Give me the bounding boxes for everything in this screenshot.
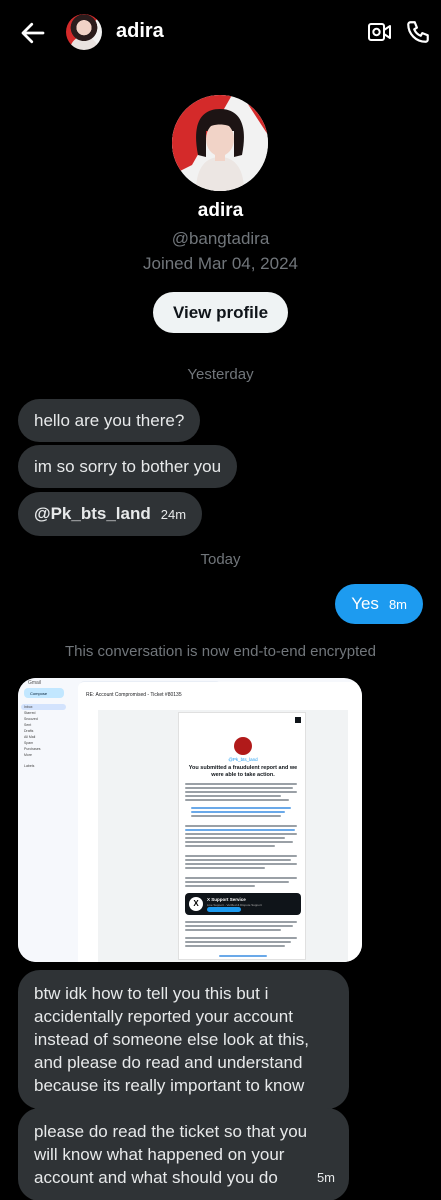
gmail-sidebar: Gmail Compose Inbox Starred Snoozed Sent…	[18, 678, 76, 962]
message-text: btw idk how to tell you this but i accid…	[34, 984, 309, 1095]
text-line	[219, 955, 267, 957]
arrow-left-icon[interactable]	[18, 18, 48, 48]
text-line	[185, 863, 297, 865]
gmail-nav-item: Snoozed	[24, 717, 38, 721]
text-line	[191, 815, 281, 817]
support-title: X Support Service	[207, 897, 246, 902]
text-line	[185, 783, 297, 785]
text-line	[185, 855, 297, 857]
image-attachment[interactable]: Gmail Compose Inbox Starred Snoozed Sent…	[18, 678, 362, 962]
profile-joined-date: Joined Mar 04, 2024	[143, 254, 298, 273]
email-headline: You submitted a fraudulent report and we…	[188, 765, 298, 778]
gmail-nav-item: Purchases	[24, 747, 41, 751]
profile-avatar[interactable]	[172, 95, 268, 191]
text-line	[185, 799, 289, 801]
header-contact-name[interactable]: adira	[116, 20, 164, 43]
profile-photo	[172, 95, 268, 191]
date-separator-today: Today	[200, 551, 241, 568]
video-camera-icon[interactable]	[367, 20, 393, 44]
text-line	[185, 925, 293, 927]
message-time: 5m	[316, 1170, 335, 1185]
text-line	[185, 877, 297, 879]
support-button	[207, 907, 241, 912]
text-line	[185, 921, 297, 923]
message-time: 24m	[160, 507, 187, 522]
text-line	[185, 867, 265, 869]
x-logo-icon: X	[189, 897, 203, 911]
text-line	[185, 833, 297, 835]
gmail-labels-heading: Labels	[24, 764, 35, 768]
message-bubble[interactable]: please do read the ticket so that you wi…	[18, 1108, 349, 1200]
gmail-nav-item: Drafts	[24, 729, 34, 733]
text-line	[185, 881, 289, 883]
header-avatar[interactable]	[66, 14, 102, 50]
sender-handle: @Pk_bts_land	[228, 757, 258, 762]
phone-icon[interactable]	[405, 18, 431, 46]
conversation-header: adira	[0, 0, 441, 66]
text-line	[185, 929, 281, 931]
compose-button: Compose	[24, 688, 64, 698]
message-bubble-outgoing[interactable]: Yes 8m	[335, 584, 423, 624]
message-bubble[interactable]: @Pk_bts_land 24m	[18, 492, 203, 536]
encryption-notice: This conversation is now end-to-end encr…	[64, 643, 376, 660]
text-line	[185, 795, 281, 797]
text-line	[185, 945, 285, 947]
sender-logo	[234, 737, 252, 755]
text-line	[191, 807, 291, 809]
text-line	[185, 941, 291, 943]
text-line	[185, 791, 297, 793]
support-service-card: X X Support Service Live Support - Verif…	[185, 893, 301, 915]
text-line	[191, 811, 285, 813]
text-line	[185, 885, 255, 887]
mention-link[interactable]: @Pk_bts_land	[34, 502, 151, 525]
text-line	[185, 787, 293, 789]
profile-name: adira	[197, 200, 244, 221]
message-text: im so sorry to bother you	[34, 457, 222, 476]
gmail-message-pane: RE: Account Compromised - Ticket #80135 …	[78, 682, 362, 962]
message-bubble[interactable]: hello are you there?	[18, 399, 201, 442]
gmail-logo: Gmail	[28, 680, 42, 686]
text-line	[185, 829, 295, 831]
text-line	[185, 859, 291, 861]
email-body: @Pk_bts_land You submitted a fraudulent …	[178, 712, 306, 960]
email-subject: RE: Account Compromised - Ticket #80135	[86, 692, 182, 698]
close-icon	[295, 717, 301, 723]
text-line	[185, 837, 285, 839]
message-time: 8m	[388, 597, 407, 612]
text-line	[185, 937, 297, 939]
gmail-nav-item: All Mail	[24, 735, 36, 739]
gmail-nav-item: More	[24, 753, 32, 757]
gmail-nav-item: Sent	[24, 723, 32, 727]
message-bubble[interactable]: im so sorry to bother you	[18, 445, 238, 488]
message-text: hello are you there?	[34, 411, 185, 430]
gmail-nav-item: Starred	[24, 711, 36, 715]
gmail-nav-item: Inbox	[21, 704, 66, 710]
view-profile-button[interactable]: View profile	[153, 292, 288, 333]
message-text: please do read the ticket so that you wi…	[34, 1122, 308, 1187]
profile-handle: @bangtadira	[171, 229, 270, 248]
message-text: Yes	[351, 594, 379, 613]
gmail-nav-item: Spam	[24, 741, 34, 745]
message-bubble[interactable]: btw idk how to tell you this but i accid…	[18, 970, 349, 1109]
text-line	[185, 845, 275, 847]
date-separator-yesterday: Yesterday	[187, 366, 254, 383]
text-line	[185, 825, 297, 827]
text-line	[185, 841, 293, 843]
